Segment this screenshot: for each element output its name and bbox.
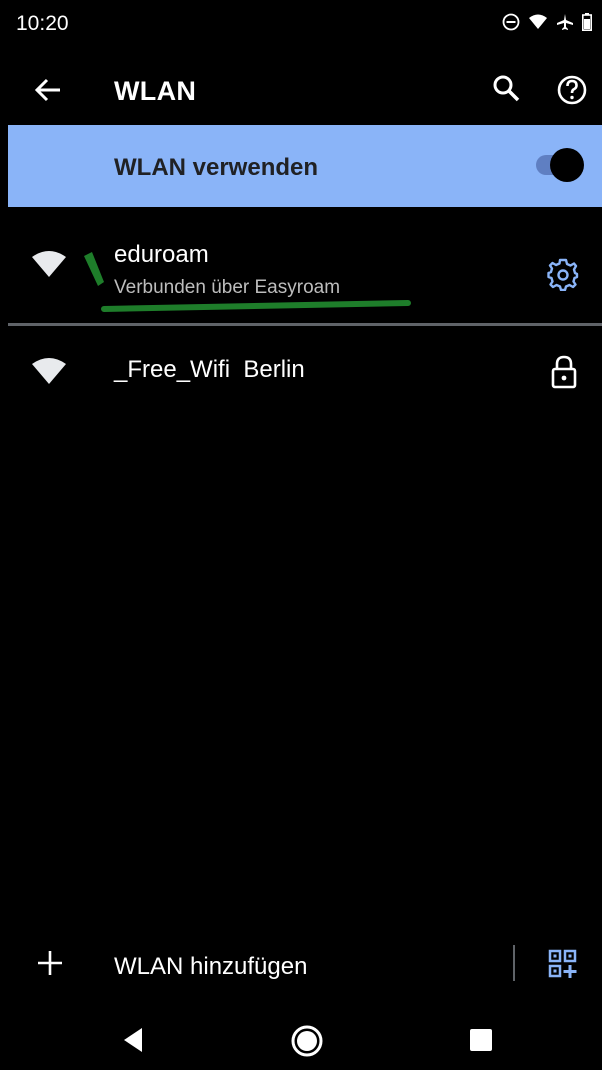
vertical-divider [513,945,515,981]
gear-icon[interactable] [546,257,580,292]
wifi-signal-icon [30,249,68,279]
nav-back-icon[interactable] [120,1026,146,1054]
status-time: 10:20 [16,12,69,35]
dnd-icon [502,13,520,31]
status-bar: 10:20 [0,0,602,56]
airplane-icon [556,13,574,31]
lock-icon [548,354,580,390]
help-icon[interactable] [552,70,592,110]
wlan-master-toggle-row[interactable]: WLAN verwenden [8,125,602,207]
network-item-free-wifi-berlin[interactable]: _Free_Wifi Berlin [0,330,602,420]
wifi-signal-icon [30,356,68,386]
page-title: WLAN [114,76,197,106]
app-bar: WLAN [0,56,602,124]
add-network-label: WLAN hinzufügen [114,953,308,980]
navigation-bar [0,1010,602,1070]
network-status: Verbunden über Easyroam [114,277,341,298]
battery-icon [582,13,592,31]
toggle-switch-thumb[interactable] [550,148,584,182]
network-item-eduroam[interactable]: eduroam Verbunden über Easyroam [0,227,602,317]
plus-icon [36,949,64,977]
wlan-master-label: WLAN verwenden [114,154,319,181]
status-icons [502,13,592,31]
network-name: _Free_Wifi Berlin [114,356,305,383]
search-icon[interactable] [488,70,526,108]
nav-recents-icon[interactable] [470,1029,492,1051]
divider [8,323,602,326]
add-network-row[interactable]: WLAN hinzufügen [0,935,602,1003]
qr-code-scan-icon[interactable] [548,949,578,979]
wifi-signal-icon [528,13,548,31]
nav-home-icon[interactable] [290,1024,324,1058]
network-name: eduroam [114,241,209,268]
back-arrow-icon[interactable] [32,74,64,106]
